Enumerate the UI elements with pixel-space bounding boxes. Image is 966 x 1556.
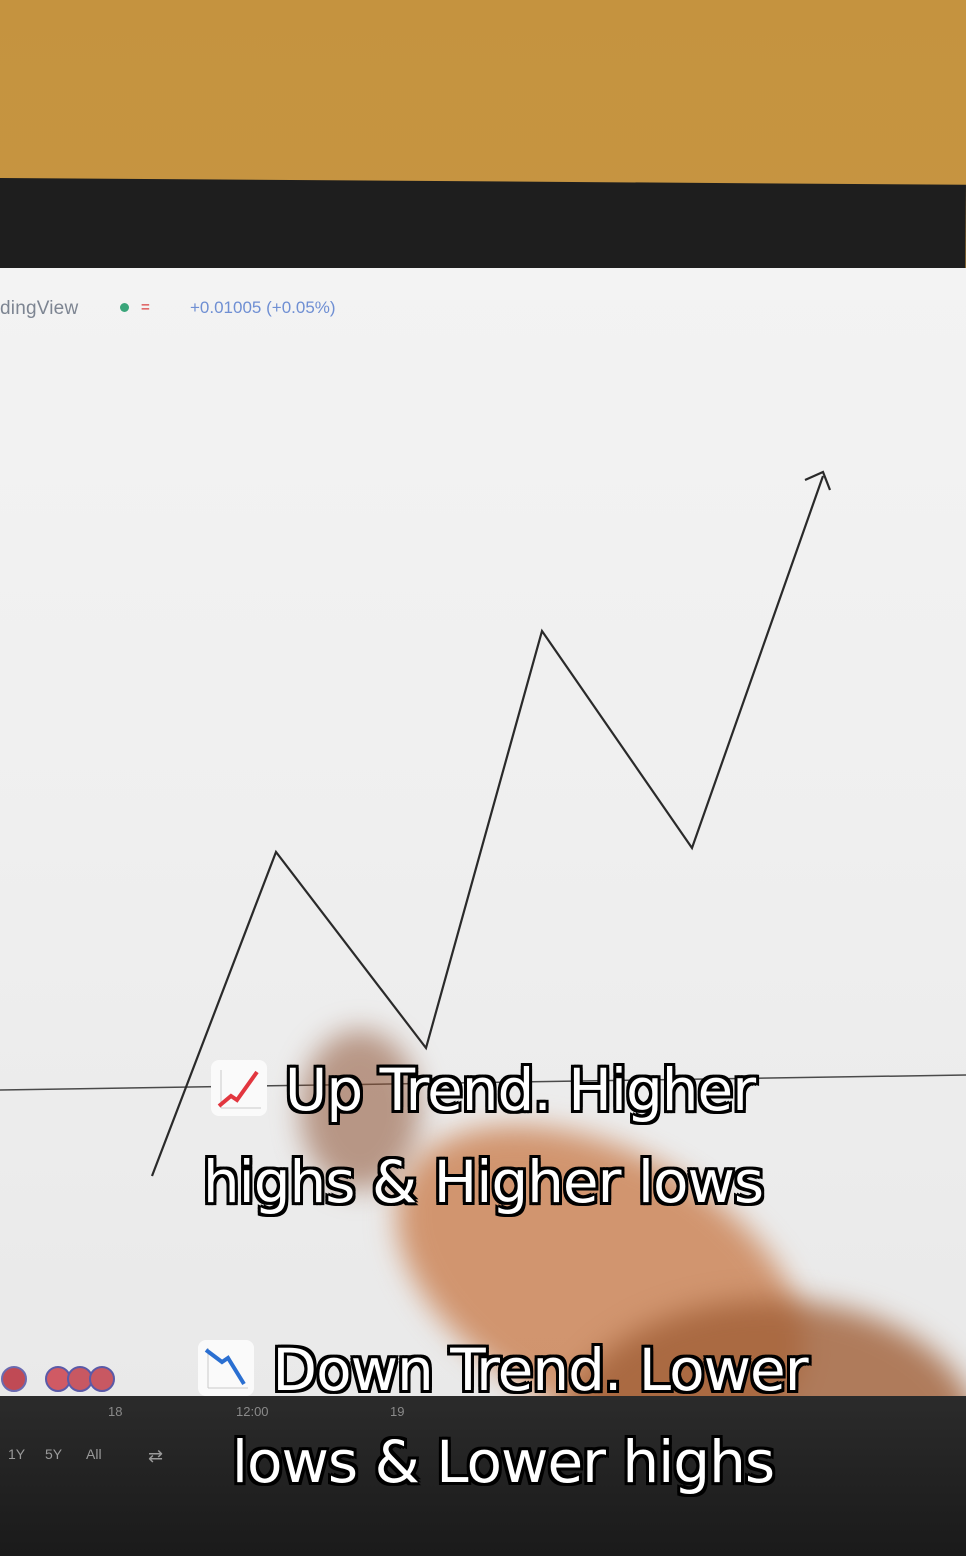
uptrend-caption: Up Trend. Higher highs & Higher lows (0, 1044, 966, 1228)
chart-decreasing-icon (198, 1340, 255, 1396)
uptrend-line-2: highs & Higher lows (202, 1148, 764, 1216)
uptrend-line-1: Up Trend. Higher (284, 1056, 756, 1124)
downtrend-line-2: lows & Lower highs (231, 1428, 775, 1496)
downtrend-line-1: Down Trend. Lower (272, 1336, 808, 1404)
photo-scene: dingView = +0.01005 (+0.05%) 18 12:00 19… (0, 0, 966, 1556)
arrowhead-icon (804, 470, 832, 491)
chart-increasing-icon (210, 1060, 267, 1116)
downtrend-caption: Down Trend. Lower lows & Lower highs (0, 1324, 966, 1508)
